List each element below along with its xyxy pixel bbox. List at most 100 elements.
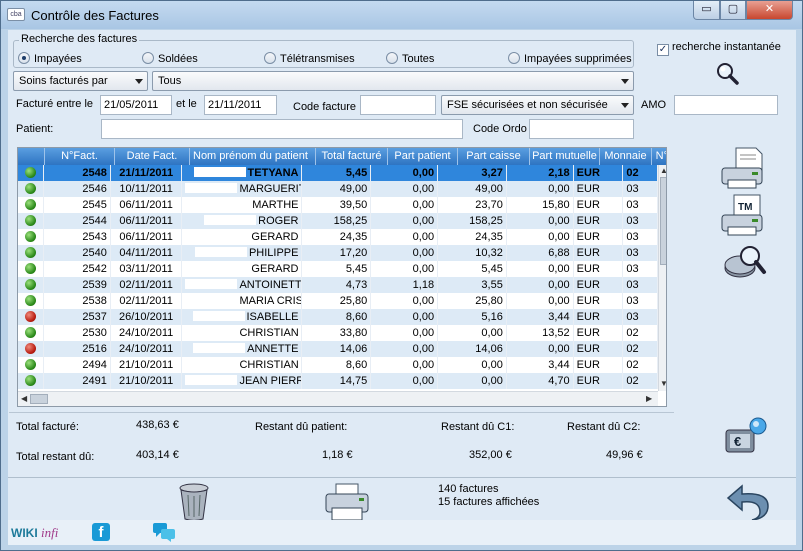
table-row[interactable]: 2542 03/11/2011 GERARD 5,45 0,00 5,45 0,00 EUR 0… (18, 261, 658, 277)
scrollbar-thumb[interactable] (660, 177, 666, 265)
minimize-button[interactable]: ▭ (693, 1, 720, 20)
table-row[interactable]: 2516 24/10/2011 ANNETTE 14,06 0,00 14,06 0,00 E… (18, 341, 658, 357)
redacted-block (197, 263, 250, 273)
print-tm-icon[interactable]: TM (718, 193, 768, 239)
print-invoice-icon[interactable] (718, 146, 768, 190)
table-row[interactable]: 2540 04/11/2011 PHILIPPE 17,20 0,00 10,32 6,88… (18, 245, 658, 261)
ordo-code-label: Code Ordo (473, 123, 527, 135)
monnaie-cell: EUR (574, 325, 624, 341)
remaining-c1-label: Restant dû C1: (441, 421, 515, 433)
magnifier-icon[interactable] (711, 61, 741, 86)
table-row[interactable]: 253802/11/2011MARIA CRISTINA25,800,0025,… (18, 293, 658, 309)
radio-teletransmises[interactable]: Télétransmises (264, 52, 355, 65)
table-row[interactable]: 2548 21/11/2011 TETYANA 5,45 0,00 3,27 2,18 EUR… (18, 165, 658, 181)
patient-name: PHILIPPE (248, 247, 299, 259)
column-header[interactable]: Date Fact. (115, 148, 190, 165)
amo-input[interactable] (674, 95, 778, 115)
column-header[interactable]: Nom prénom du patient (190, 148, 316, 165)
radio-soldees[interactable]: Soldées (142, 52, 198, 65)
invoice-code-input[interactable] (360, 95, 436, 115)
close-button[interactable]: ✕ (746, 1, 793, 20)
status-green-icon (25, 263, 36, 274)
vertical-scrollbar[interactable]: ▲ ▼ (658, 165, 666, 391)
date-to-input[interactable]: 21/11/2011 (204, 95, 277, 115)
table-row[interactable]: 2544 06/11/2011 ROGER 158,25 0,00 158,25 0,00 E… (18, 213, 658, 229)
grid-body: 2548 21/11/2011 TETYANA 5,45 0,00 3,27 2,18 EUR… (18, 165, 658, 389)
num-cell: 2537 (44, 309, 111, 325)
fse-combo[interactable]: FSE sécurisées et non sécurisée (441, 95, 634, 115)
table-row[interactable]: 249121/10/2011JEAN PIERRE14,750,000,004,… (18, 373, 658, 389)
provider-combo[interactable]: Tous (152, 71, 634, 91)
date-from-input[interactable]: 21/05/2011 (100, 95, 172, 115)
scroll-left-icon[interactable]: ◀ (21, 394, 27, 403)
footer-bar: WIKI infi f (8, 520, 796, 545)
content-area: Recherche des factures Impayées Soldées … (8, 30, 796, 545)
maximize-button[interactable]: ▢ (720, 1, 746, 20)
column-header[interactable]: N°Inf. (652, 148, 666, 165)
status-green-icon (25, 247, 36, 258)
svg-text:€: € (734, 434, 741, 449)
caisse-cell: 0,00 (438, 325, 507, 341)
back-arrow-icon[interactable] (724, 482, 772, 522)
column-header[interactable]: Monnaie (600, 148, 652, 165)
patient-input[interactable] (101, 119, 463, 139)
combo-value: Soins facturés par (19, 75, 108, 87)
facebook-icon[interactable]: f (92, 523, 110, 541)
patient-cell: 0,00 (371, 293, 439, 309)
invoice-grid[interactable]: N°Fact. Date Fact. Nom prénom du patient… (17, 147, 667, 407)
status-green-icon (25, 375, 36, 386)
billed-by-combo[interactable]: Soins facturés par (13, 71, 148, 91)
svg-text:TM: TM (738, 202, 752, 213)
instant-search-checkbox[interactable]: ✓ recherche instantanée (657, 41, 781, 56)
radio-toutes[interactable]: Toutes (386, 52, 434, 65)
status-cell (18, 229, 44, 245)
scrollbar-thumb[interactable] (30, 394, 48, 404)
payment-icon[interactable]: € (720, 414, 772, 462)
patient-name-cell: MARGUERITE (182, 181, 303, 197)
table-row[interactable]: 2539 02/11/2011 ANTOINETTE 4,73 1,18 3,55 0,00… (18, 277, 658, 293)
infi-link[interactable]: infi (41, 525, 58, 541)
radio-impayees[interactable]: Impayées (18, 52, 82, 65)
radio-impayees-supprimees[interactable]: Impayées supprimées (508, 52, 632, 65)
disk-search-icon[interactable] (720, 242, 770, 284)
remaining-patient-label: Restant dû patient: (255, 421, 348, 433)
title-bar[interactable]: cba Contrôle des Factures ▭ ▢ ✕ (1, 1, 802, 29)
total-cell: 17,20 (302, 245, 372, 261)
window-title: Contrôle des Factures (31, 8, 159, 23)
printer-icon[interactable] (323, 482, 371, 524)
scroll-up-icon[interactable]: ▲ (660, 166, 666, 175)
wiki-link[interactable]: WIKI (11, 526, 38, 540)
column-header[interactable]: N°Fact. (45, 148, 115, 165)
monnaie-cell: EUR (574, 229, 624, 245)
caisse-cell: 14,06 (438, 341, 507, 357)
table-row[interactable]: 2530 24/10/2011 CHRISTIAN 33,80 0,00 0,00 13,5… (18, 325, 658, 341)
patient-name-cell: CHRISTIAN (182, 325, 303, 341)
inf-cell: 03 (623, 245, 658, 261)
chat-icon[interactable] (152, 522, 176, 542)
column-header[interactable]: Total facturé (316, 148, 388, 165)
patient-name: GERARD (251, 263, 299, 275)
trash-icon[interactable] (176, 482, 212, 522)
column-header[interactable] (18, 148, 45, 165)
horizontal-scrollbar[interactable]: ◀ ▶ (18, 391, 658, 406)
table-row[interactable]: 2494 21/10/2011 CHRISTIAN 8,60 0,00 0,00 3,44 E… (18, 357, 658, 373)
inf-cell: 02 (623, 373, 658, 389)
scroll-down-icon[interactable]: ▼ (660, 379, 666, 388)
scroll-right-icon[interactable]: ▶ (646, 394, 652, 403)
table-row[interactable]: 2545 06/11/2011 MARTHE 39,50 0,00 23,70 15,80 E… (18, 197, 658, 213)
ordo-code-input[interactable] (529, 119, 634, 139)
mutuelle-cell: 3,44 (507, 309, 574, 325)
patient-name: MARGUERITE (239, 183, 301, 195)
num-cell: 2539 (44, 277, 111, 293)
total-cell: 25,80 (302, 293, 372, 309)
table-row[interactable]: 2543 06/11/2011 GERARD 24,35 0,00 24,35 0,00 EU… (18, 229, 658, 245)
monnaie-cell: EUR (574, 309, 624, 325)
column-header[interactable]: Part mutuelle (530, 148, 600, 165)
table-row[interactable]: 254610/11/2011MARGUERITE49,000,0049,000,… (18, 181, 658, 197)
total-cell: 33,80 (302, 325, 372, 341)
column-header[interactable]: Part patient (388, 148, 458, 165)
patient-name: JEAN PIERRE (239, 375, 301, 387)
column-header[interactable]: Part caisse (458, 148, 530, 165)
caisse-cell: 0,00 (438, 373, 507, 389)
table-row[interactable]: 2537 26/10/2011 ISABELLE 8,60 0,00 5,16 3,44 EU… (18, 309, 658, 325)
